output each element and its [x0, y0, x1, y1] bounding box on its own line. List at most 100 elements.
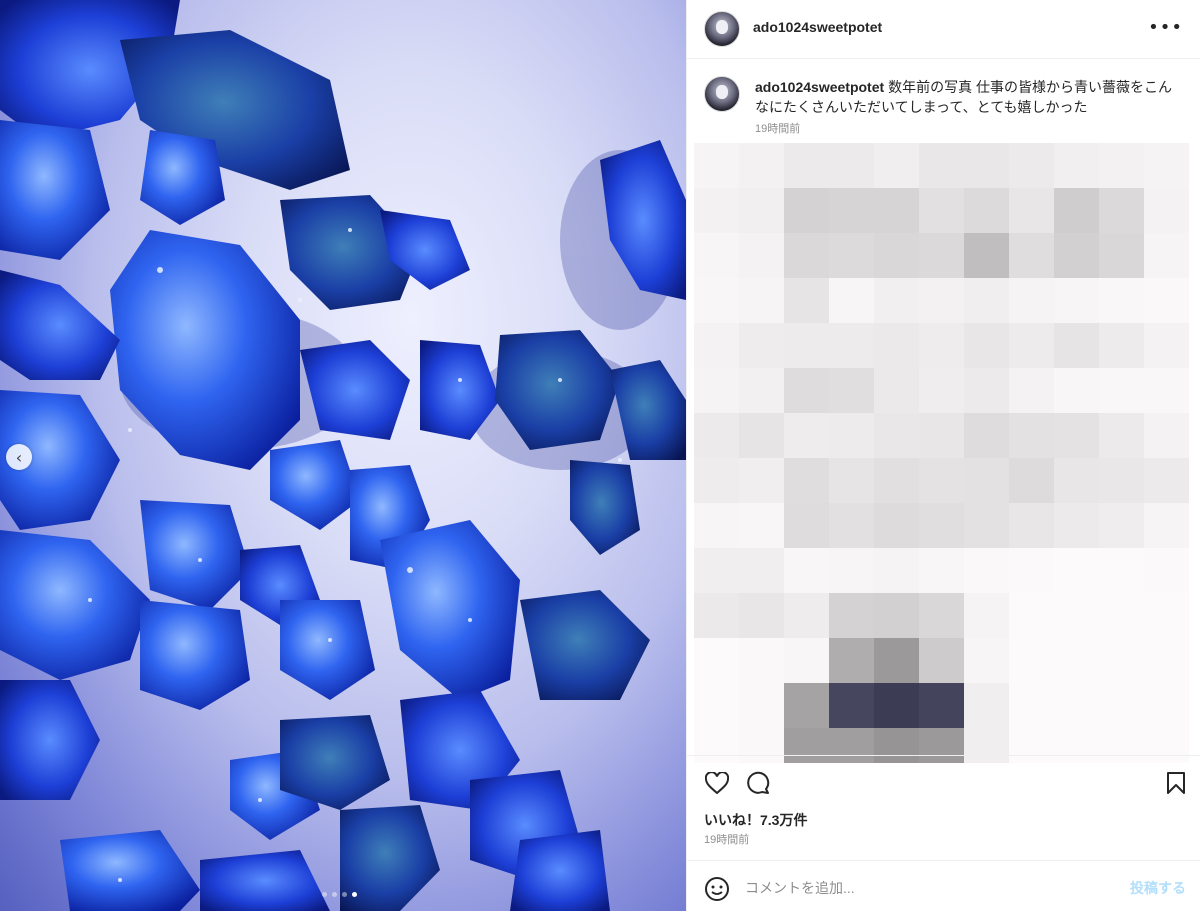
mosaic-tile [919, 548, 964, 593]
post-timestamp: 19時間前 [704, 834, 750, 846]
mosaic-tile [1054, 503, 1099, 548]
mosaic-tile [1009, 368, 1054, 413]
mosaic-tile [1054, 233, 1099, 278]
mosaic-tile [919, 413, 964, 458]
mosaic-tile [784, 278, 829, 323]
mosaic-tile [829, 683, 874, 728]
mosaic-tile [739, 323, 784, 368]
mosaic-tile [964, 458, 1009, 503]
mosaic-tile [694, 233, 739, 278]
mosaic-tile [1144, 638, 1189, 683]
mosaic-tile [1099, 233, 1144, 278]
likes-count[interactable]: いいね！7.3万件 [704, 810, 807, 830]
mosaic-tile [784, 368, 829, 413]
mosaic-tile [964, 323, 1009, 368]
mosaic-tile [1054, 368, 1099, 413]
mosaic-tile [1099, 683, 1144, 728]
mosaic-tile [1054, 278, 1099, 323]
header-username[interactable]: ado1024sweetpotet [753, 19, 882, 35]
mosaic-tile [1099, 593, 1144, 638]
more-options-icon[interactable]: ••• [1148, 19, 1183, 37]
mosaic-tile [784, 503, 829, 548]
comment-bubble-icon[interactable] [745, 770, 771, 796]
mosaic-tile [919, 593, 964, 638]
caption-timestamp: 19時間前 [755, 123, 801, 135]
mosaic-tile [964, 368, 1009, 413]
mosaic-tile [694, 458, 739, 503]
mosaic-tile [964, 233, 1009, 278]
mosaic-tile [1009, 323, 1054, 368]
mosaic-tile [874, 233, 919, 278]
mosaic-tile [829, 233, 874, 278]
caption-username[interactable]: ado1024sweetpotet [755, 79, 884, 95]
heart-icon[interactable] [704, 770, 730, 796]
mosaic-tile [874, 503, 919, 548]
mosaic-tile [1099, 143, 1144, 188]
mosaic-tile [874, 188, 919, 233]
mosaic-tile [874, 683, 919, 728]
avatar[interactable] [704, 11, 740, 47]
mosaic-tile [1054, 413, 1099, 458]
mosaic-tile [874, 278, 919, 323]
bookmark-icon[interactable] [1163, 770, 1189, 796]
carousel-dot [322, 892, 327, 897]
mosaic-tile [1099, 188, 1144, 233]
mosaic-tile [919, 683, 964, 728]
mosaic-tile [919, 143, 964, 188]
carousel-prev-button[interactable]: ‹ [6, 444, 32, 470]
mosaic-tile [784, 638, 829, 683]
mosaic-tile [1054, 593, 1099, 638]
mosaic-tile [1099, 323, 1144, 368]
mosaic-tile [1054, 143, 1099, 188]
mosaic-tile [829, 368, 874, 413]
mosaic-tile [1144, 323, 1189, 368]
mosaic-tile [829, 413, 874, 458]
mosaic-tile [694, 593, 739, 638]
mosaic-tile [919, 323, 964, 368]
carousel-dot [342, 892, 347, 897]
mosaic-tile [739, 143, 784, 188]
emoji-icon[interactable] [704, 876, 730, 902]
mosaic-tile [829, 323, 874, 368]
mosaic-tile [1144, 233, 1189, 278]
mosaic-tile [919, 458, 964, 503]
mosaic-tile [784, 458, 829, 503]
mosaic-tile [829, 458, 874, 503]
mosaic-tile [784, 683, 829, 728]
mosaic-tile [739, 548, 784, 593]
mosaic-tile [1144, 188, 1189, 233]
mosaic-tile [694, 323, 739, 368]
mosaic-tile [739, 458, 784, 503]
mosaic-tile [919, 503, 964, 548]
chevron-left-icon: ‹ [15, 447, 23, 467]
caption-avatar[interactable] [704, 76, 740, 112]
mosaic-tile [1009, 683, 1054, 728]
mosaic-tile [964, 593, 1009, 638]
mosaic-tile [874, 413, 919, 458]
mosaic-tile [1009, 278, 1054, 323]
mosaic-tile [964, 503, 1009, 548]
comment-input[interactable] [743, 874, 1117, 902]
mosaic-tile [1144, 368, 1189, 413]
mosaic-tile [964, 638, 1009, 683]
mosaic-tile [1009, 503, 1054, 548]
mosaic-tile [829, 188, 874, 233]
mosaic-tile [829, 548, 874, 593]
carousel-dot [332, 892, 337, 897]
mosaic-tile [1144, 593, 1189, 638]
mosaic-tile [694, 548, 739, 593]
mosaic-tile [694, 278, 739, 323]
mosaic-tile [964, 188, 1009, 233]
post-comment-button[interactable]: 投稿する [1130, 878, 1186, 898]
carousel-indicator [322, 892, 357, 897]
mosaic-tile [1099, 413, 1144, 458]
mosaic-tile [784, 188, 829, 233]
mosaic-tile [784, 233, 829, 278]
post-image[interactable]: ‹ [0, 0, 686, 911]
mosaic-tile [784, 548, 829, 593]
mosaic-tile [829, 503, 874, 548]
mosaic-tile [874, 548, 919, 593]
mosaic-tile [1144, 413, 1189, 458]
mosaic-tile [1144, 278, 1189, 323]
mosaic-tile [739, 638, 784, 683]
